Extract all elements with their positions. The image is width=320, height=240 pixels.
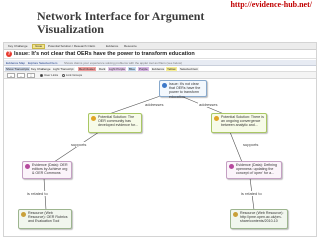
legend-dark[interactable]: Dark: [98, 67, 107, 71]
node-solution-left-text: Potential Solution: The OER community ha…: [98, 115, 138, 128]
link-label-supports-left: supports: [70, 142, 88, 147]
slide-title: Network Interface for Argument Visualiza…: [37, 10, 307, 36]
user-links-label: User Links: [44, 73, 59, 77]
user-links-radio-icon: [40, 73, 43, 77]
node-issue[interactable]: Issue: It's not clear that OERs have the…: [159, 80, 207, 99]
evidence-node-icon: [25, 164, 30, 169]
node-issue-text: Issue: It's not clear that OERs have the…: [169, 82, 201, 99]
slide-title-line-2: Visualization: [37, 22, 104, 36]
legend-red-cluster[interactable]: Red Cluster: [78, 67, 96, 71]
node-solution-right-text: Potential Solution: There is an ongoing …: [221, 115, 264, 128]
node-solution-right[interactable]: Potential Solution: There is an ongoing …: [211, 113, 267, 133]
tab-bar: Key Challenge Issue Potential Solution /…: [4, 43, 316, 50]
link-groups-label: Link Groups: [66, 73, 83, 77]
url-banner: http://evidence-hub.net/: [0, 0, 320, 9]
zoom-out-button[interactable]: −: [17, 73, 25, 78]
link-label-addresses-left: addresses: [144, 102, 165, 107]
legend-blue[interactable]: Blue: [128, 67, 137, 71]
issue-title: Issue: It's not clear that OERs have the…: [14, 51, 195, 57]
evidence-node-icon: [229, 164, 234, 169]
legend-light-purple[interactable]: Light Purple: [108, 67, 127, 71]
legend-show-transcripts[interactable]: Show Transcripts: [5, 67, 31, 71]
evidence-hub-app-screenshot: Key Challenge Issue Potential Solution /…: [3, 42, 317, 237]
link-label-addresses-right: addresses: [198, 102, 219, 107]
legend-evidence[interactable]: Evidence: [151, 67, 166, 71]
link-label-isrelated-left: is related to: [26, 191, 49, 196]
resource-node-icon: [21, 212, 26, 217]
node-evidence-left[interactable]: Evidence (Data): OER editors by Achieve …: [22, 161, 72, 179]
fit-view-button[interactable]: ⛶: [27, 73, 35, 78]
node-resource-right-text: Resource (Web Resource): http://pme.open…: [240, 211, 284, 224]
solution-node-icon: [214, 116, 219, 121]
legend-purple[interactable]: Purple: [138, 67, 149, 71]
tab-issue[interactable]: Issue: [32, 44, 46, 49]
node-evidence-left-text: Evidence (Data): OER editors by Achieve …: [32, 163, 68, 176]
link-groups-radio-icon: [62, 73, 65, 77]
node-resource-right[interactable]: Resource (Web Resource): http://pme.open…: [230, 209, 288, 229]
option-user-links[interactable]: User Links: [40, 73, 58, 78]
node-evidence-right[interactable]: Evidence (Data): Defining openness: upda…: [226, 161, 282, 179]
node-evidence-right-text: Evidence (Data): Defining openness: upda…: [236, 163, 277, 176]
legend-selected-item[interactable]: Selected item: [179, 67, 200, 71]
legend-yellow[interactable]: Yellow: [166, 67, 177, 71]
resource-node-icon: [233, 212, 238, 217]
tab-potential-solution[interactable]: Potential Solution / Research Claim: [46, 44, 97, 49]
tab-key-challenge[interactable]: Key Challenge: [6, 44, 30, 49]
url-text: http://evidence-hub.net/: [230, 0, 312, 9]
node-solution-left[interactable]: Potential Solution: The OER community ha…: [88, 113, 142, 133]
issue-node-icon: [162, 83, 167, 88]
link-label-supports-right: supports: [242, 142, 260, 147]
argument-map-canvas[interactable]: Issue: It's not clear that OERs have the…: [4, 80, 316, 236]
tab-evidence[interactable]: Evidence: [104, 44, 120, 49]
issue-header: ? Issue: It's not clear that OERs have t…: [4, 50, 316, 59]
link-label-isrelated-right: is related to: [240, 191, 263, 196]
map-toolbar: + − ⛶ User Links Link Groups: [4, 72, 316, 79]
option-link-groups[interactable]: Link Groups: [62, 73, 82, 78]
solution-node-icon: [91, 116, 96, 121]
legend-key-challenge[interactable]: Key Challenge: [30, 67, 52, 71]
zoom-in-button[interactable]: +: [7, 73, 15, 78]
tab-resource[interactable]: Resource: [122, 44, 139, 49]
issue-question-icon: ?: [6, 51, 12, 57]
legend-light-transcript[interactable]: Light Transcript: [52, 67, 75, 71]
node-resource-left-text: Resource (Web Resource): OER Rubrics and…: [28, 211, 68, 224]
node-resource-left[interactable]: Resource (Web Resource): OER Rubrics and…: [18, 209, 72, 229]
